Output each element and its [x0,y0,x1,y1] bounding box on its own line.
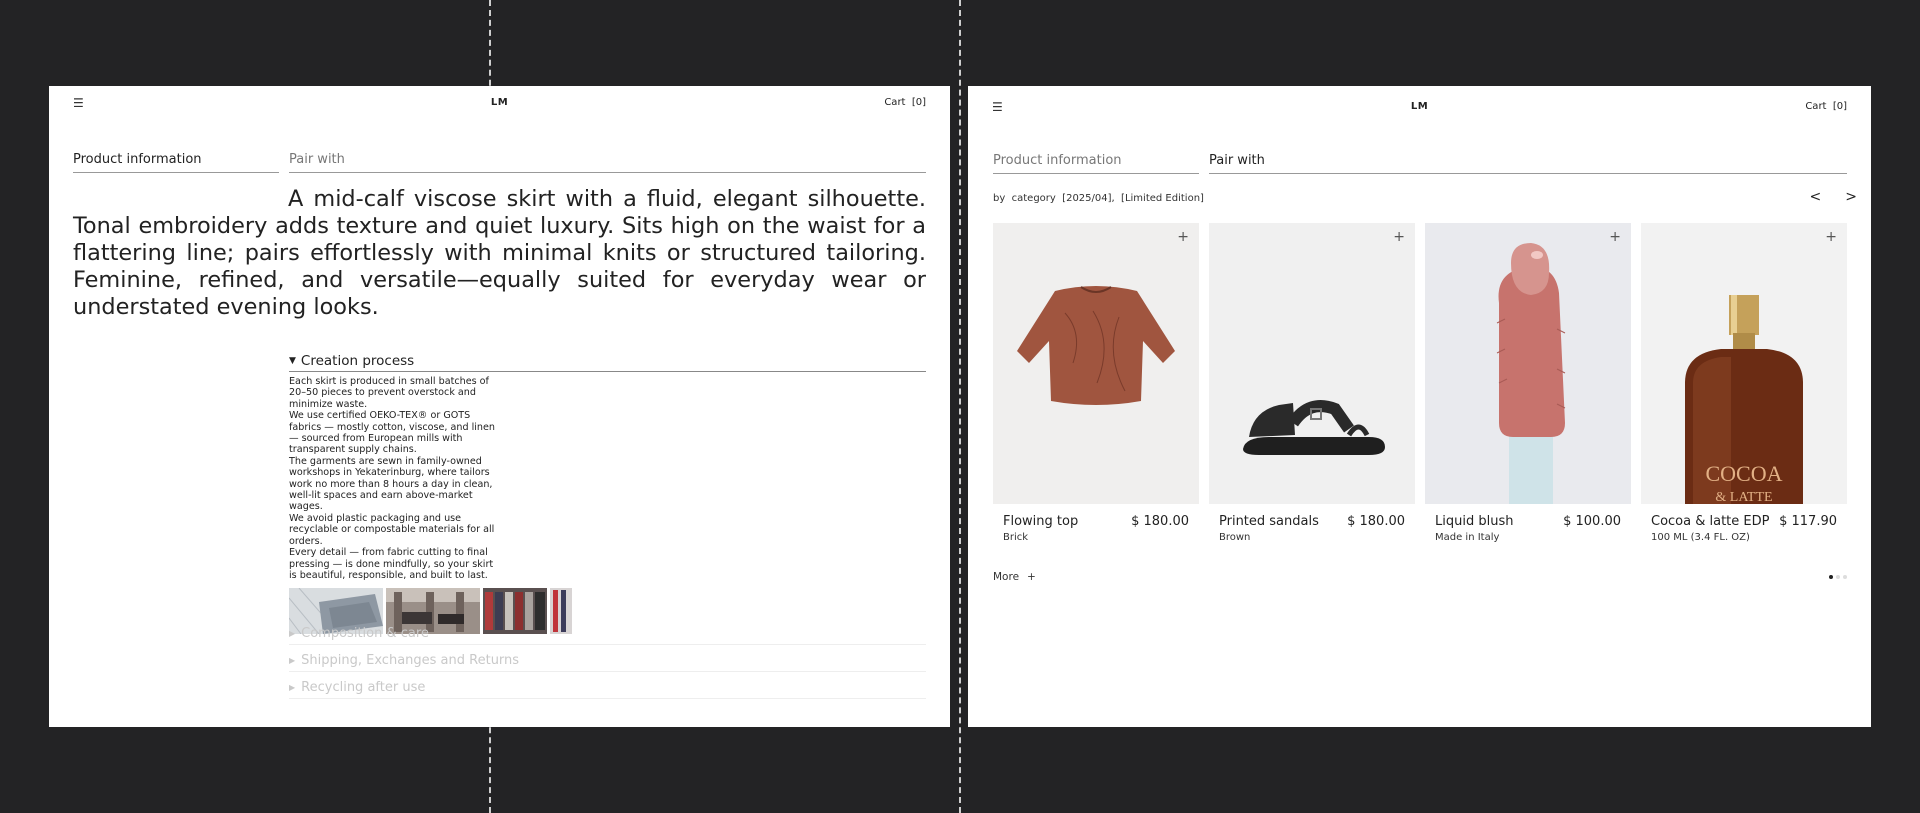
product-info-row: Liquid blush $ 100.00 [1425,514,1631,529]
creation-paragraph: The garments are sewn in family-owned wo… [289,455,493,513]
product-price: $ 180.00 [1131,514,1189,529]
site-header: ☰ LM Cart [0] [968,90,1871,120]
blush-illustration [1425,223,1631,504]
product-image[interactable]: + [1209,223,1415,504]
carousel-pagination [1829,575,1847,579]
product-image[interactable]: COCOA & LATTE + [1641,223,1847,504]
next-arrow-icon[interactable]: > [1845,189,1857,205]
add-to-cart-icon[interactable]: + [1609,229,1621,245]
caret-right-icon: ▶ [289,683,296,692]
composition-care-toggle[interactable]: ▶ Composition & care [289,623,926,645]
guide-line [959,0,961,813]
sandals-illustration [1209,223,1415,504]
pagination-dot[interactable] [1843,575,1847,579]
caret-right-icon: ▶ [289,629,296,638]
product-card[interactable]: + Flowing top $ 180.00 Brick [993,223,1199,543]
product-card[interactable]: + Printed sandals $ 180.00 Brown [1209,223,1415,543]
product-image[interactable]: + [1425,223,1631,504]
product-price: $ 100.00 [1563,514,1621,529]
tab-product-information[interactable]: Product information [73,151,279,173]
creation-process-title: Creation process [300,352,415,369]
section-label: Shipping, Exchanges and Returns [301,653,520,668]
creation-paragraph: Each skirt is produced in small batches … [289,376,489,410]
pagination-dot[interactable] [1829,575,1833,579]
product-info-row: Printed sandals $ 180.00 [1209,514,1415,529]
product-card[interactable]: + Liquid blush $ 100.00 Made in Italy [1425,223,1631,543]
carousel-arrows: < > [1810,189,1857,205]
more-label: More [993,571,1020,583]
pagination-dot[interactable] [1836,575,1840,579]
product-name: Printed sandals [1219,514,1319,529]
product-variant: Brick [1003,532,1029,543]
tab-pair-with[interactable]: Pair with [289,151,926,173]
plus-icon: + [1027,571,1036,583]
creation-process-toggle[interactable]: ▼ Creation process [289,350,926,372]
category-filter[interactable]: by category [2025/04], [Limited Edition] [993,193,1204,204]
product-info-panel: ☰ LM Cart [0] Product information Pair w… [49,86,950,727]
product-variant: Made in Italy [1435,532,1500,543]
product-description: A mid-calf viscose skirt with a fluid, e… [73,186,926,320]
product-name: Liquid blush [1435,514,1514,529]
product-price: $ 180.00 [1347,514,1405,529]
product-variant: 100 ML (3.4 FL. OZ) [1651,532,1750,543]
product-info-row: Cocoa & latte EDP $ 117.90 [1641,514,1847,529]
product-card[interactable]: COCOA & LATTE + Cocoa & latte EDP $ 117.… [1641,223,1847,543]
product-price: $ 117.90 [1779,514,1837,529]
add-to-cart-icon[interactable]: + [1393,229,1405,245]
cart-link[interactable]: Cart [0] [1805,101,1847,112]
section-label: Recycling after use [301,680,426,695]
site-header: ☰ LM Cart [0] [49,86,950,116]
tab-product-information[interactable]: Product information [993,152,1199,174]
add-to-cart-icon[interactable]: + [1825,229,1837,245]
creation-paragraph: Every detail — from fabric cutting to fi… [289,547,494,581]
tab-pair-with[interactable]: Pair with [1209,152,1847,174]
creation-paragraph: We use certified OEKO-TEX® or GOTS fabri… [289,410,495,456]
creation-process-text: Each skirt is produced in small batches … [289,376,499,581]
logo[interactable]: LM [968,101,1871,112]
product-variant: Brown [1219,532,1251,543]
pair-with-panel: ☰ LM Cart [0] Product information Pair w… [968,86,1871,727]
caret-down-icon: ▼ [289,355,296,366]
product-name: Flowing top [1003,514,1079,529]
bottle-label: COCOA [1705,461,1782,486]
caret-right-icon: ▶ [289,656,296,665]
logo[interactable]: LM [49,97,950,108]
recycling-toggle[interactable]: ▶ Recycling after use [289,677,926,699]
prev-arrow-icon[interactable]: < [1810,189,1822,205]
bottle-label: & LATTE [1715,490,1772,504]
product-image[interactable]: + [993,223,1199,504]
add-to-cart-icon[interactable]: + [1177,229,1189,245]
product-name: Cocoa & latte EDP [1651,514,1770,529]
shipping-returns-toggle[interactable]: ▶ Shipping, Exchanges and Returns [289,650,926,672]
top-illustration [993,223,1199,504]
perfume-illustration: COCOA & LATTE [1641,223,1847,504]
more-button[interactable]: More + [993,571,1036,583]
creation-process-section: ▼ Creation process Each skirt is produce… [289,350,926,635]
cart-link[interactable]: Cart [0] [884,97,926,108]
creation-paragraph: We avoid plastic packaging and use recyc… [289,512,495,547]
section-label: Composition & care [301,626,429,641]
product-info-row: Flowing top $ 180.00 [993,514,1199,529]
